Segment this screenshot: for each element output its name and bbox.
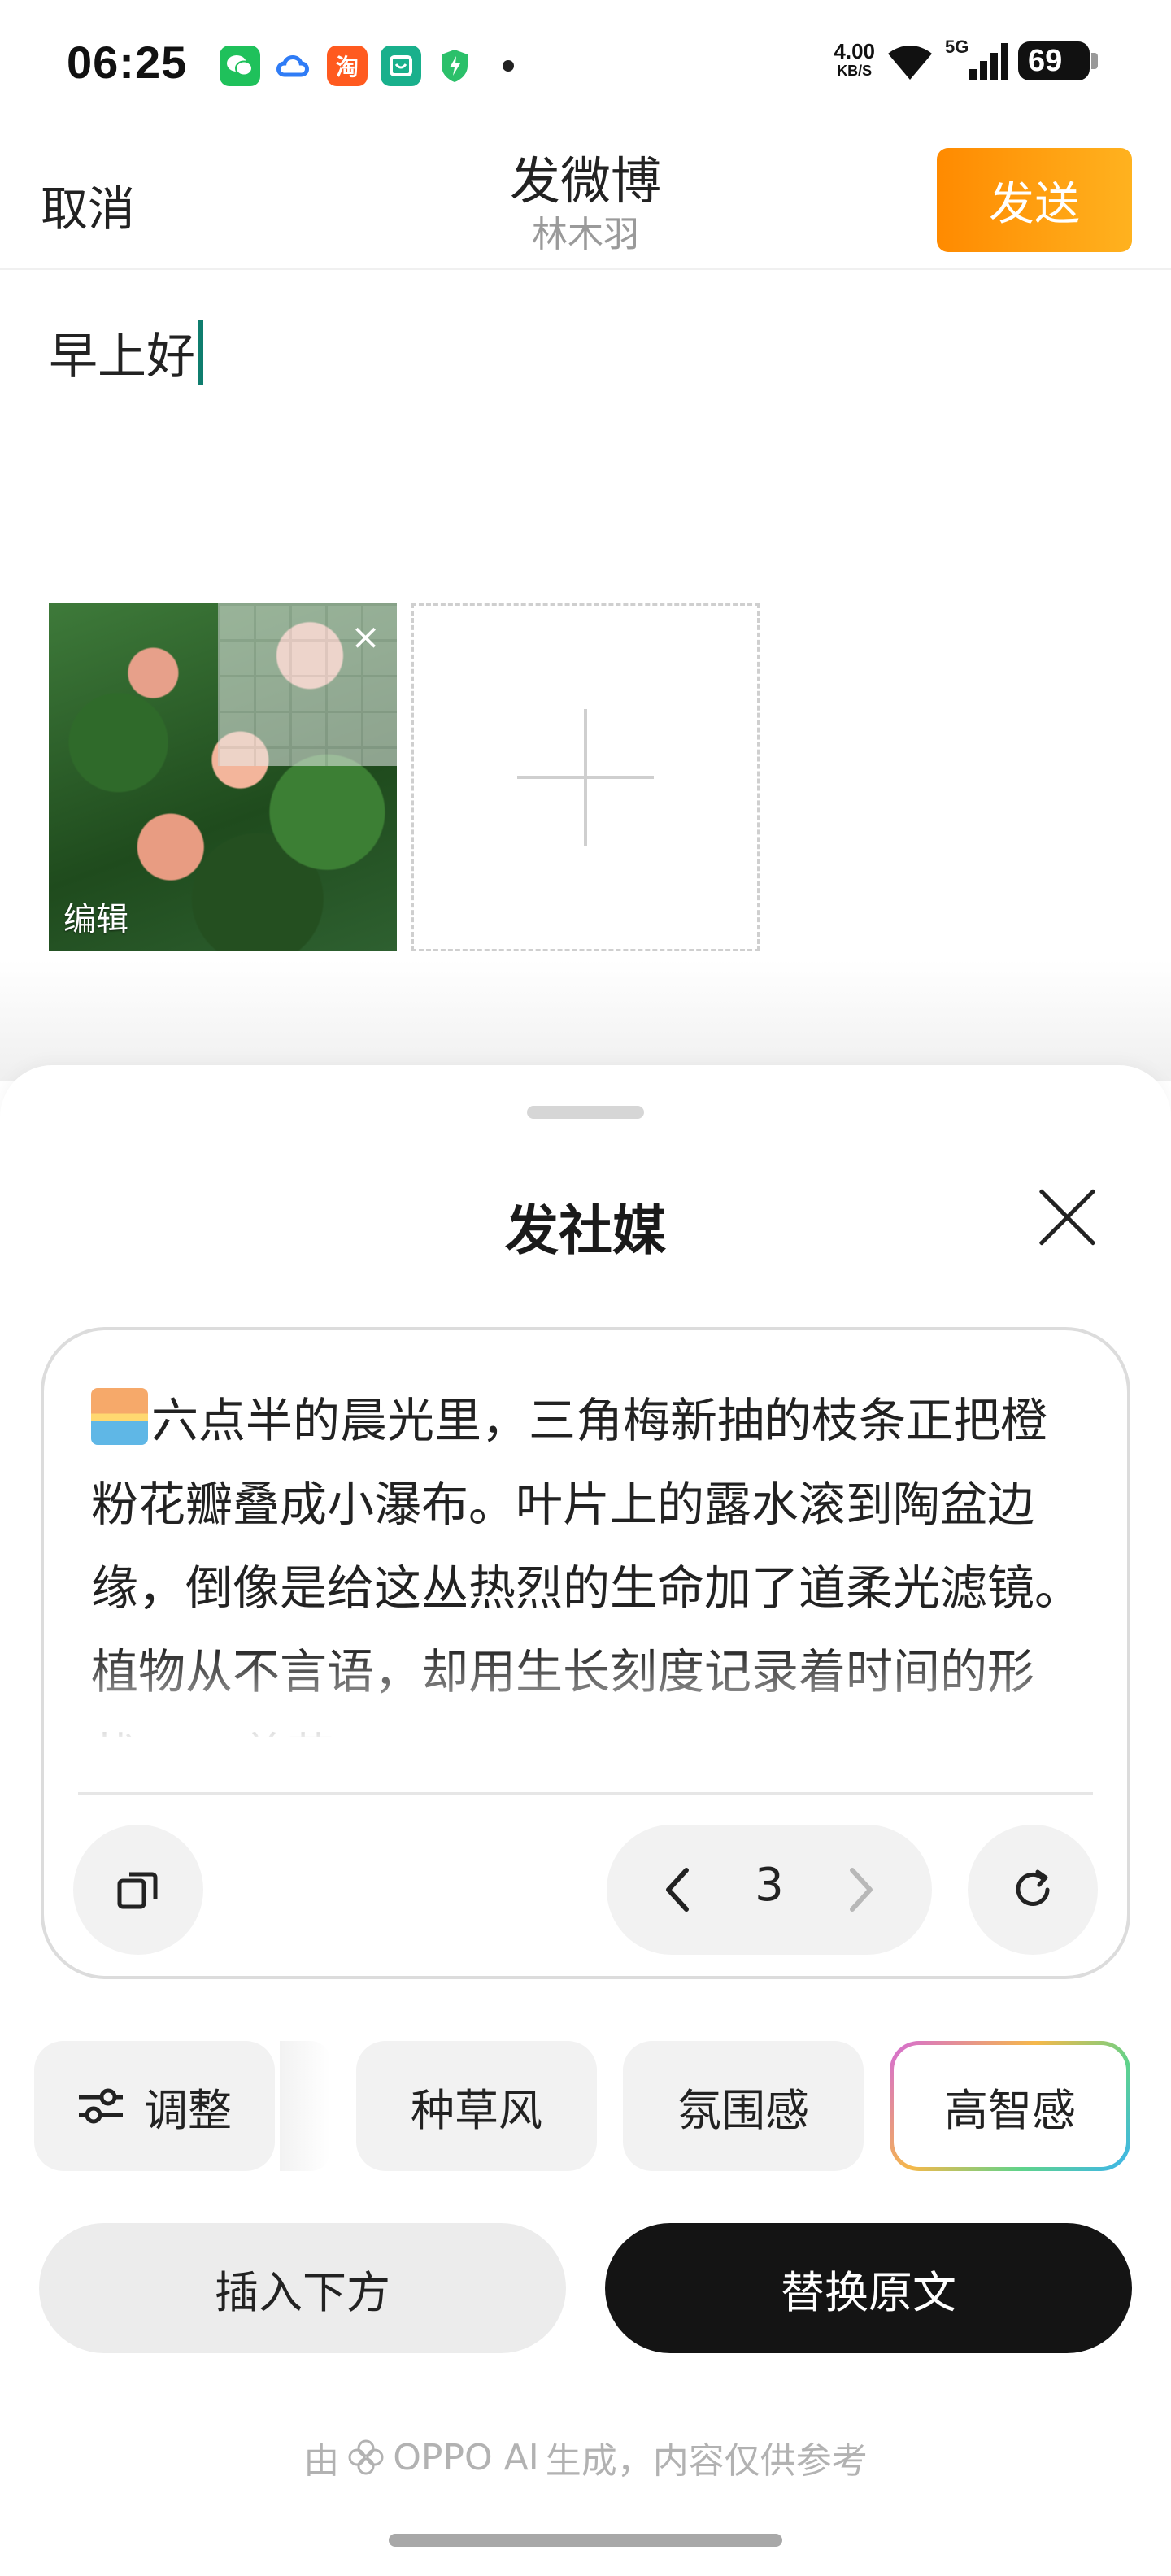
wifi-icon	[888, 46, 932, 80]
style-chip-fenwei[interactable]: 氛围感	[623, 2041, 864, 2171]
compose-header: 取消 发微博 林木羽 发送	[0, 130, 1171, 270]
style-chip-gaozhi-selected[interactable]: 高智感	[890, 2041, 1130, 2171]
ai-disclaimer: 由 OPPO AI 生成，内容仅供参考	[303, 2436, 868, 2482]
sheet-drag-handle[interactable]	[527, 1106, 644, 1119]
version-pager: 3	[607, 1825, 932, 1955]
battery-icon: 69	[1018, 41, 1098, 80]
regenerate-button[interactable]	[968, 1825, 1098, 1955]
close-icon[interactable]	[1036, 1186, 1098, 1247]
style-chip-zhongcao[interactable]: 种草风	[356, 2041, 597, 2171]
refresh-icon	[1016, 1869, 1050, 1906]
generated-text-card: 六点半的晨光里，三角梅新抽的枝条正把橙粉花瓣叠成小瀑布。叶片上的露水滚到陶盆边缘…	[41, 1327, 1130, 1979]
text-caret	[198, 320, 203, 385]
more-notifications-dot-icon	[503, 60, 514, 72]
status-time: 06:25	[67, 37, 188, 88]
generated-text[interactable]: 六点半的晨光里，三角梅新抽的枝条正把橙粉花瓣叠成小瀑布。叶片上的露水滚到陶盆边缘…	[91, 1379, 1091, 1737]
chevron-right-icon[interactable]	[825, 1854, 896, 1925]
status-app-icons: 淘	[220, 46, 514, 86]
cloud-icon	[273, 46, 314, 86]
sunrise-emoji-icon	[91, 1388, 148, 1445]
add-image-button[interactable]	[411, 603, 760, 951]
remove-image-icon[interactable]: ×	[350, 616, 381, 658]
home-indicator[interactable]	[389, 2534, 782, 2547]
net-speed: 4.00 KB/S	[834, 39, 875, 79]
send-button[interactable]: 发送	[937, 148, 1132, 252]
sliders-icon	[79, 2088, 123, 2124]
sheet-title: 发社媒	[505, 1199, 666, 1262]
card-divider	[78, 1792, 1093, 1795]
taobao-icon: 淘	[327, 46, 368, 86]
copy-icon	[117, 1872, 158, 1909]
shield-icon	[434, 46, 475, 86]
mi-home-icon	[381, 46, 421, 86]
attached-image-thumbnail[interactable]: × 编辑	[49, 603, 397, 951]
oppo-ai-logo-icon	[348, 2439, 384, 2475]
status-indicators: 4.00 KB/S 5G 69	[834, 37, 1098, 81]
sheet-backdrop	[0, 959, 1171, 1081]
wechat-icon	[220, 46, 260, 86]
status-bar: 06:25 淘 4.00 KB/S 5G 69	[0, 0, 1171, 130]
post-text-input[interactable]: 早上好	[49, 317, 203, 388]
ai-social-sheet: 发社媒 六点半的晨光里，三角梅新抽的枝条正把橙粉花瓣叠成小瀑布。叶片上的露水滚到…	[0, 1065, 1171, 2576]
replace-original-button[interactable]: 替换原文	[605, 2223, 1132, 2353]
adjust-chip[interactable]: 调整	[34, 2041, 275, 2171]
plus-icon	[517, 709, 654, 846]
chip-scroll-fade	[280, 2041, 330, 2171]
cellular-signal-icon: 5G	[945, 37, 1008, 80]
insert-below-button[interactable]: 插入下方	[39, 2223, 566, 2353]
edit-image-button[interactable]: 编辑	[63, 893, 128, 940]
post-text: 早上好	[49, 329, 195, 385]
copy-button[interactable]	[73, 1825, 203, 1955]
